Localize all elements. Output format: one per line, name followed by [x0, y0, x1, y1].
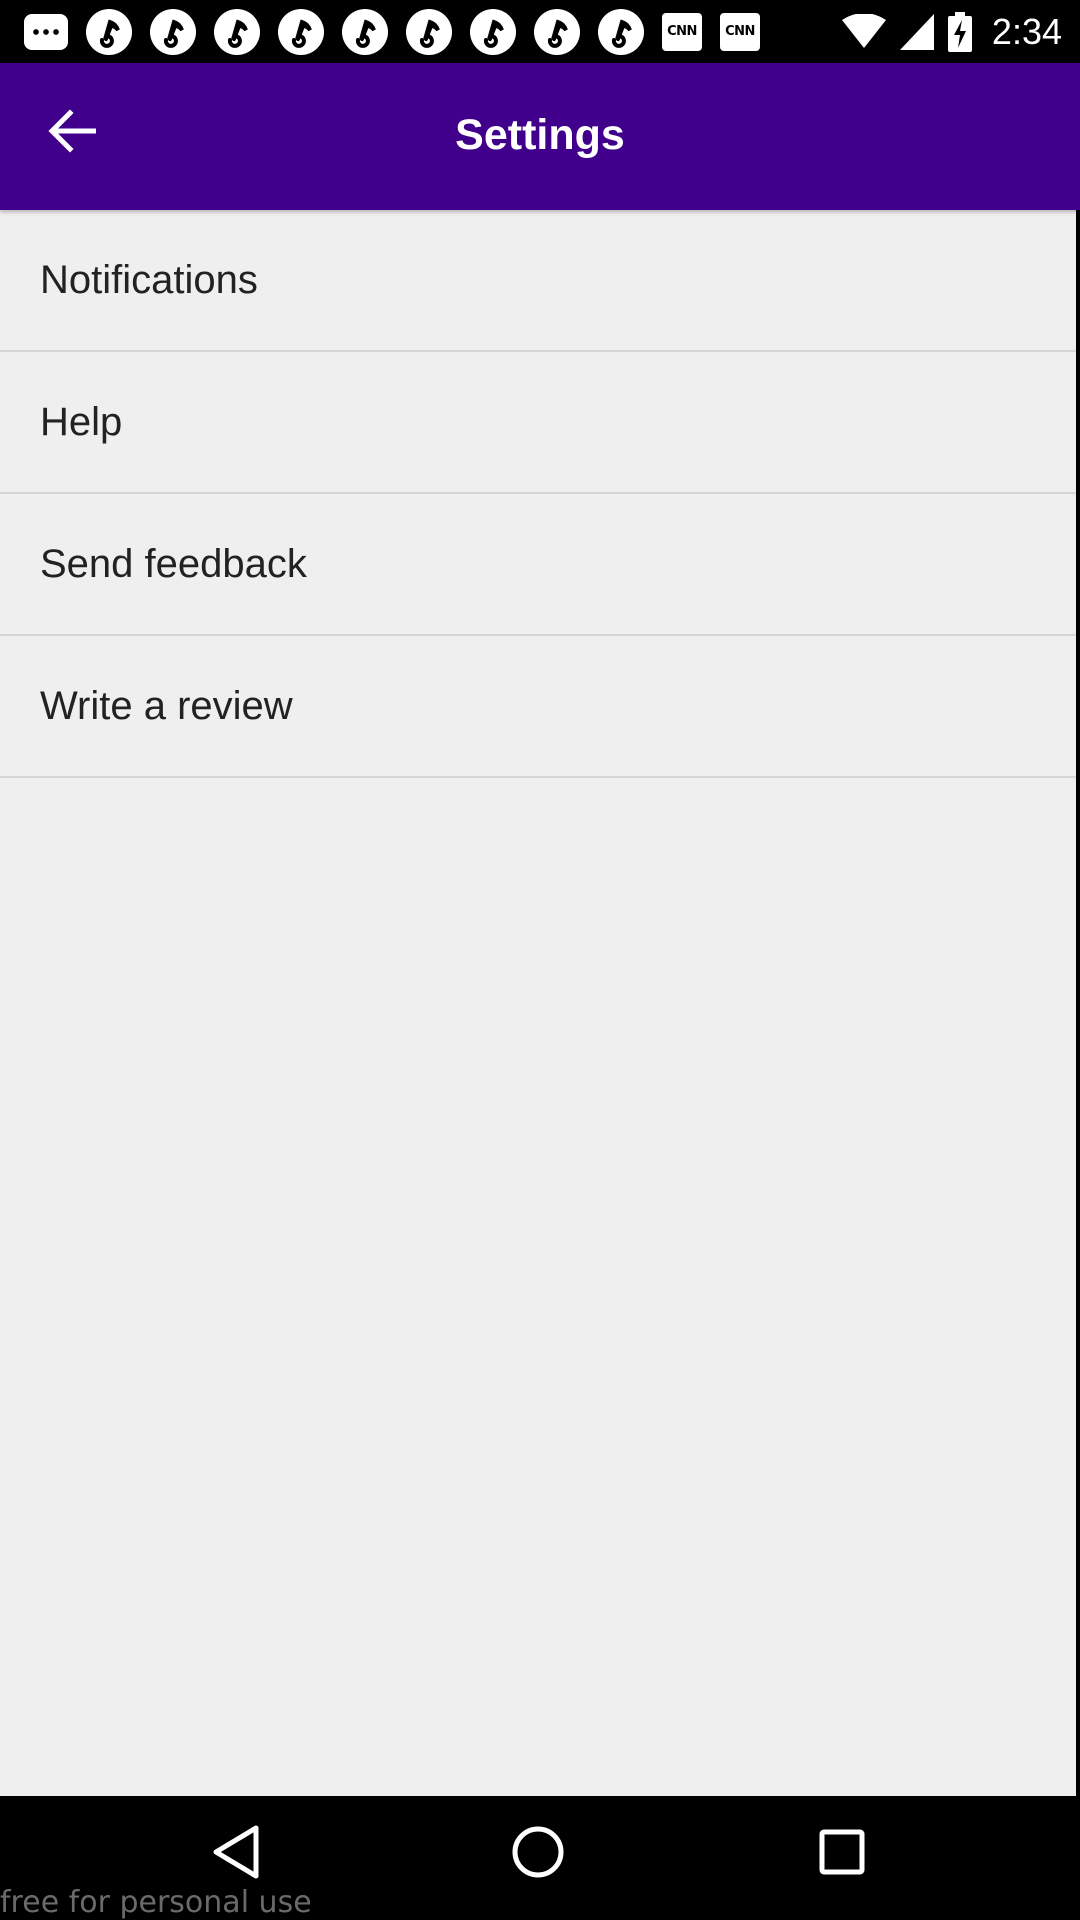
- system-status: 2:34: [841, 10, 1062, 53]
- watermark-text: free for personal use: [0, 1885, 312, 1920]
- app-bar: Settings: [0, 63, 1080, 210]
- music-icon: [598, 8, 644, 55]
- page-title: Settings: [455, 111, 625, 159]
- status-bar: CNN CNN 2:34: [0, 0, 1080, 63]
- cnn-icon: CNN: [720, 12, 760, 51]
- home-circle-icon: [510, 1824, 566, 1885]
- screen-edge: [1076, 210, 1080, 1796]
- cellular-signal-icon: [899, 13, 934, 50]
- music-icon: [86, 8, 132, 55]
- cnn-icon: CNN: [662, 12, 702, 51]
- settings-item-help[interactable]: Help: [0, 352, 1076, 494]
- music-icon: [406, 8, 452, 55]
- music-icon: [534, 8, 580, 55]
- settings-screen: CNN CNN 2:34 Settings Notifications Help…: [0, 0, 1080, 1920]
- list-item-label: Notifications: [40, 257, 258, 302]
- navigation-bar: free for personal use: [0, 1796, 1080, 1920]
- nav-back-button[interactable]: [190, 1818, 280, 1890]
- back-triangle-icon: [210, 1824, 260, 1885]
- recents-square-icon: [818, 1828, 866, 1881]
- music-icon: [470, 8, 516, 55]
- list-item-label: Write a review: [40, 683, 293, 728]
- music-icon: [342, 8, 388, 55]
- list-item-label: Help: [40, 399, 123, 444]
- music-icon: [150, 8, 196, 55]
- settings-item-send-feedback[interactable]: Send feedback: [0, 494, 1076, 636]
- settings-list: Notifications Help Send feedback Write a…: [0, 210, 1076, 778]
- music-icon: [278, 8, 324, 55]
- settings-item-write-review[interactable]: Write a review: [0, 636, 1076, 778]
- wifi-icon: [841, 13, 886, 50]
- music-icon: [214, 8, 260, 55]
- list-item-label: Send feedback: [40, 541, 307, 586]
- nav-recents-button[interactable]: [797, 1818, 887, 1890]
- clock: 2:34: [991, 10, 1062, 52]
- chat-icon: [24, 13, 68, 50]
- battery-charging-icon: [947, 11, 972, 52]
- nav-home-button[interactable]: [493, 1818, 583, 1890]
- notification-area: CNN CNN: [24, 8, 760, 55]
- settings-item-notifications[interactable]: Notifications: [0, 210, 1076, 352]
